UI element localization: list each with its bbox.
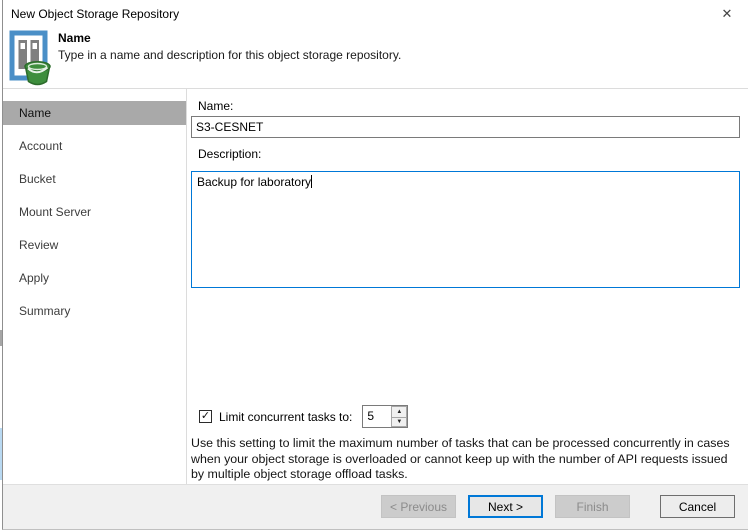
wizard-footer: < Previous Next > Finish Cancel	[3, 484, 748, 529]
chevron-down-icon: ▼	[396, 418, 403, 425]
chevron-up-icon: ▲	[396, 408, 403, 415]
wizard-steps-sidebar: Name Account Bucket Mount Server Review …	[3, 89, 187, 484]
limit-concurrent-tasks-checkbox[interactable]: ✓	[199, 410, 212, 423]
description-textarea[interactable]: Backup for laboratory	[191, 171, 740, 288]
title-bar: New Object Storage Repository ✕	[3, 0, 748, 28]
next-button[interactable]: Next >	[468, 495, 543, 518]
step-title: Name	[58, 31, 91, 45]
wizard-header: Name Type in a name and description for …	[3, 28, 748, 89]
concurrent-tasks-spinner[interactable]: 5 ▲ ▼	[362, 405, 409, 428]
new-object-storage-repository-dialog: New Object Storage Repository ✕ Name Typ…	[2, 0, 748, 530]
sidebar-item-name[interactable]: Name	[3, 101, 186, 125]
sidebar-item-bucket[interactable]: Bucket	[3, 167, 186, 191]
limit-concurrent-tasks-label: Limit concurrent tasks to:	[219, 409, 353, 424]
step-content: Name: Description: Backup for laboratory…	[187, 89, 748, 484]
spinner-down-button[interactable]: ▼	[391, 416, 408, 427]
sidebar-item-mount-server[interactable]: Mount Server	[3, 200, 186, 224]
sidebar-item-review[interactable]: Review	[3, 233, 186, 257]
description-field-label: Description:	[198, 147, 262, 161]
text-caret	[311, 175, 313, 188]
window-title: New Object Storage Repository	[11, 7, 180, 21]
sidebar-item-summary[interactable]: Summary	[3, 299, 186, 323]
close-icon: ✕	[721, 6, 733, 21]
sidebar-item-account[interactable]: Account	[3, 134, 186, 158]
sidebar-item-apply[interactable]: Apply	[3, 266, 186, 290]
step-description: Type in a name and description for this …	[58, 48, 402, 62]
name-field-label: Name:	[198, 99, 234, 113]
limit-concurrent-tasks-row: ✓ Limit concurrent tasks to: 5 ▲ ▼	[191, 405, 740, 428]
wizard-body: Name Account Bucket Mount Server Review …	[3, 89, 748, 484]
description-text: Backup for laboratory	[197, 175, 312, 189]
limit-help-text: Use this setting to limit the maximum nu…	[191, 436, 730, 481]
cancel-button[interactable]: Cancel	[660, 495, 735, 518]
check-icon: ✓	[200, 410, 211, 422]
previous-button: < Previous	[381, 495, 456, 518]
close-button[interactable]: ✕	[706, 0, 748, 28]
object-storage-repository-icon	[9, 30, 51, 86]
concurrent-tasks-value[interactable]: 5	[363, 406, 390, 427]
spinner-up-button[interactable]: ▲	[391, 406, 408, 417]
spinner-buttons: ▲ ▼	[390, 406, 408, 427]
finish-button: Finish	[555, 495, 630, 518]
name-input[interactable]	[191, 116, 740, 138]
